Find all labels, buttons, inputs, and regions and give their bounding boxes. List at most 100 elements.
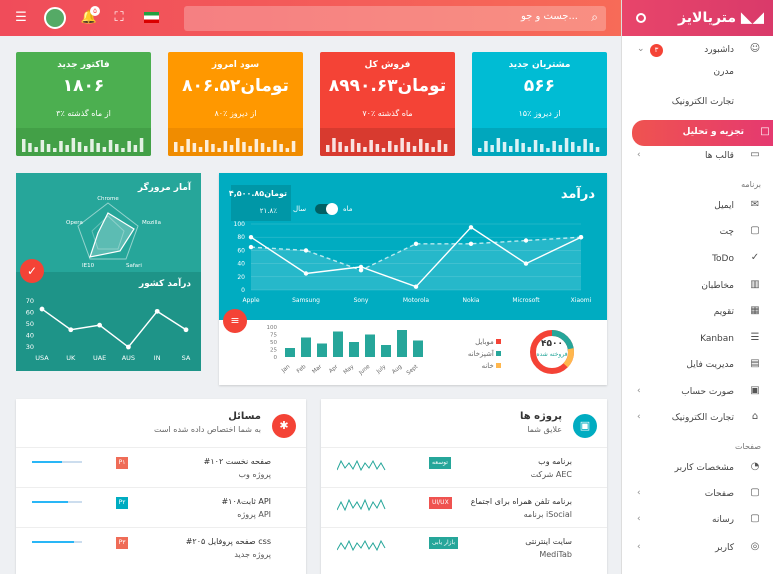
projects-title: پروژه ها	[519, 411, 562, 422]
sidebar-item-todo[interactable]: ✓ ToDo	[622, 249, 773, 271]
period-toggle[interactable]	[315, 203, 338, 215]
sidebar-item-user[interactable]: ◎ کاربر ‹	[622, 538, 773, 560]
stat-card-change: ۸۰٪ از دیروز	[214, 109, 257, 118]
sidebar-item-label: رسانه	[712, 515, 734, 525]
sidebar-item-calendar[interactable]: ▦ تقویم	[622, 302, 773, 324]
flag-icon[interactable]	[144, 12, 159, 23]
chevron-icon[interactable]: ⌄	[637, 44, 645, 54]
menu-toggle-icon[interactable]: ☰	[12, 9, 30, 27]
sidebar-item-label: صفحات	[704, 489, 734, 499]
priority-tag: P۲	[116, 497, 128, 509]
stat-card-title: مشتریان جدید	[508, 60, 571, 70]
issue-row[interactable]: #۱۰۸ثابت API پروژه API P۲	[16, 487, 306, 527]
search-input[interactable]: جست و جو...	[521, 11, 578, 22]
sidebar-item-dashboard[interactable]: ☺ داشبورد ⌄ ۳	[622, 40, 773, 62]
check-icon[interactable]: ✓	[20, 259, 44, 283]
revenue-title: درآمد	[560, 187, 595, 202]
filter-icon[interactable]: ≡	[223, 309, 247, 333]
country-xtick: SA	[182, 354, 191, 362]
sidebar-item-kanban[interactable]: ☰ Kanban	[622, 329, 773, 351]
donut-value: ۴۵۰۰	[541, 339, 563, 349]
bar-xtick: July	[375, 363, 388, 375]
chevron-icon[interactable]: ‹	[637, 542, 641, 552]
sidebar-item-media[interactable]: ▢ رسانه ‹	[622, 510, 773, 532]
project-row[interactable]: برنامه وب شرکت AEC توسعه	[321, 447, 607, 487]
country-title: درآمد کشور	[138, 279, 191, 289]
country-xtick: USA	[35, 354, 49, 362]
chevron-icon[interactable]: ‹	[637, 412, 641, 422]
revenue-xtick: Apple	[242, 297, 259, 304]
country-ytick: 60	[26, 309, 34, 317]
revenue-total-box: تومان۴,۵۰۰.۸۵ ۲۱.۸٪	[228, 185, 291, 221]
revenue-xtick: Xiaomi	[571, 297, 592, 304]
country-xtick: IN	[154, 354, 161, 362]
sidebar-item-analytics[interactable]: □ تجزیه و تحلیل	[632, 120, 773, 146]
sparkline	[174, 138, 296, 152]
toggle-knob[interactable]	[326, 203, 338, 215]
chevron-icon[interactable]: ‹	[637, 150, 641, 160]
issue-subtitle: پروژه وب	[238, 470, 272, 479]
revenue-point	[523, 238, 529, 243]
revenue-point	[468, 241, 474, 246]
browser-stats-card: آمار مرورگر Chrome Mozilla Safari IE10 O…	[16, 173, 201, 371]
chevron-icon[interactable]: ‹	[637, 488, 641, 498]
issue-progress	[32, 541, 82, 543]
sidebar: متریالایز ◣◢ ☺ داشبورد ⌄ ۳ مدرن تجارت الکترون…	[621, 0, 773, 574]
sidebar-item-templates[interactable]: ▭ قالب ها ‹	[622, 146, 773, 168]
revenue-total: تومان۴,۵۰۰.۸۵	[228, 189, 287, 198]
stat-card-value: ۵۶۶	[523, 76, 556, 96]
country-ytick: 30	[26, 343, 34, 351]
revenue-line-chart: 0 20 40 60 80 100 Apple Samsung Sony Motorola Noki…	[234, 221, 592, 304]
issue-progress	[32, 461, 82, 463]
sidebar-item-label: تجزیه و تحلیل	[682, 127, 744, 137]
issue-subtitle: پروژه API	[237, 510, 271, 519]
sidebar-item-ecommerce-2[interactable]: ⌂ تجارت الکترونیک ‹	[622, 408, 773, 430]
brand-logo[interactable]: متریالایز ◣◢	[678, 8, 764, 26]
legend-home: خانه	[481, 362, 494, 370]
bar-xtick: Feb	[296, 364, 308, 375]
country-xtick: AUS	[122, 354, 135, 362]
bar-xtick: Jan	[280, 364, 292, 375]
stat-card-value: تومان۸۹۹۰.۶۳	[328, 76, 447, 96]
project-row[interactable]: برنامه تلفن همراه برای اجتماع برنامه iSoc…	[321, 487, 607, 527]
bar	[365, 334, 375, 357]
chart-legend: موبایل آشپزخانه خانه	[451, 338, 501, 378]
chevron-icon[interactable]: ‹	[637, 514, 641, 524]
sidebar-item-modern[interactable]: مدرن	[622, 62, 773, 84]
search-icon[interactable]: ⌕	[591, 10, 598, 25]
search-bar[interactable]: جست و جو... ⌕	[184, 6, 606, 31]
notification-badge: ۵	[90, 6, 100, 16]
sidebar-item-chat[interactable]: ▢ چت	[622, 222, 773, 244]
sidebar-item-contacts[interactable]: ▥ مخاطبان	[622, 276, 773, 298]
project-row[interactable]: سایت اینترنتی MediTab بازار یابی	[321, 527, 607, 567]
sidebar-item-label: ایمیل	[714, 201, 734, 211]
bar	[349, 342, 359, 357]
ecommerce-2-icon: ⌂	[751, 411, 759, 422]
sidebar-collapse-icon[interactable]	[636, 13, 646, 23]
avatar[interactable]	[44, 7, 66, 29]
issue-row[interactable]: #۱۰۲ صفحه نخست پروژه وب P۱	[16, 447, 306, 487]
sidebar-item-email[interactable]: ✉ ایمیل	[622, 196, 773, 218]
sidebar-item-user-profile[interactable]: ◔ مشخصات کاربر	[622, 458, 773, 480]
issues-title: مسائل	[228, 411, 261, 422]
bar	[301, 337, 311, 357]
fullscreen-icon[interactable]: ⛶	[110, 9, 128, 27]
sidebar-item-label: مشخصات کاربر	[674, 463, 734, 473]
sidebar-item-ecommerce[interactable]: تجارت الکترونیک	[622, 92, 773, 114]
toggle-year-label: سال	[293, 205, 307, 213]
radar-label-mozilla: Mozilla	[142, 220, 161, 226]
issue-title: #۱۰۲ صفحه نخست	[203, 457, 271, 466]
projects-card: ▣ پروژه ها علایق شما برنامه وب شرکت AEC تو…	[321, 399, 607, 574]
project-title: برنامه تلفن همراه برای اجتماع	[470, 497, 572, 506]
analytics-icon: □	[760, 126, 770, 137]
sidebar-item-file-manager[interactable]: ▤ مدیریت فایل	[622, 355, 773, 377]
stat-card-title: فاکتور جدید	[57, 60, 110, 70]
bar-ytick: 75	[270, 333, 277, 339]
project-subtitle: برنامه iSocial	[523, 510, 572, 519]
sidebar-item-pages[interactable]: ▢ صفحات ‹	[622, 484, 773, 506]
project-subtitle: MediTab	[539, 550, 572, 559]
chevron-icon[interactable]: ‹	[637, 386, 641, 396]
sidebar-item-invoice[interactable]: ▣ صورت حساب ‹	[622, 382, 773, 404]
issue-row[interactable]: #۲۰۵ صفحه پروفایل css پروژه جدید P۳	[16, 527, 306, 567]
bar-xtick: Aug	[391, 364, 403, 376]
